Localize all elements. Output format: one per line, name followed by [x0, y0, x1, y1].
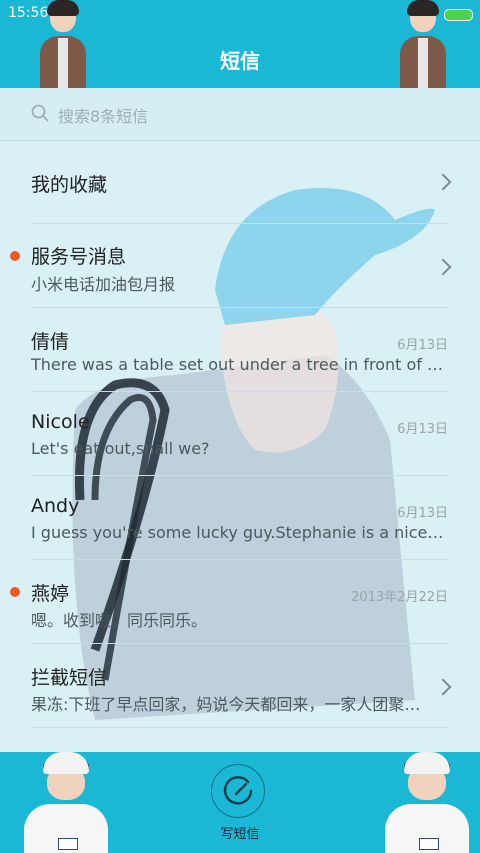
battery-icon	[444, 9, 473, 21]
page-title: 短信	[220, 49, 260, 73]
contact-name: Nicole	[31, 411, 90, 433]
compose-icon	[223, 776, 253, 805]
blocked-messages-row[interactable]: 拦截短信 果冻:下班了早点回家，妈说今天都回来，一家人团聚过…	[0, 644, 480, 728]
unread-dot-icon	[10, 587, 20, 597]
message-date: 6月13日	[397, 506, 448, 521]
divider	[31, 727, 449, 728]
conversation-row[interactable]: Nicole 6月13日 Let's eat out,shall we?	[0, 392, 480, 476]
row-title: 我的收藏	[31, 174, 108, 196]
contact-name: 倩倩	[31, 331, 70, 353]
message-preview: 果冻:下班了早点回家，妈说今天都回来，一家人团聚过…	[31, 695, 421, 714]
message-preview: Let's eat out,shall we?	[31, 439, 210, 458]
row-preview: 小米电话加油包月报	[31, 275, 176, 294]
conversation-row[interactable]: 燕婷 2013年2月22日 嗯。收到啦。同乐同乐。	[0, 560, 480, 644]
search-input[interactable]: 搜索8条短信	[58, 103, 148, 127]
contact-name: 燕婷	[31, 583, 70, 605]
compose-button[interactable]	[211, 764, 265, 818]
contact-name: Andy	[31, 495, 80, 517]
row-title: 服务号消息	[31, 246, 127, 268]
search-icon	[31, 104, 49, 122]
header-bar: 15:56 短信	[0, 0, 480, 88]
chevron-right-icon	[434, 173, 452, 191]
theme-decoration-left	[40, 0, 86, 88]
message-preview: 嗯。收到啦。同乐同乐。	[31, 611, 208, 630]
conversation-row[interactable]: Andy 6月13日 I guess you're some lucky guy…	[0, 476, 480, 560]
service-messages-row[interactable]: 服务号消息 小米电话加油包月报	[0, 224, 480, 308]
message-date: 6月13日	[397, 338, 448, 353]
conversation-row[interactable]: 倩倩 6月13日 There was a table set out under…	[0, 308, 480, 392]
favorites-row[interactable]: 我的收藏	[0, 140, 480, 224]
message-date: 2013年2月22日	[351, 590, 448, 605]
chevron-right-icon	[434, 678, 452, 696]
message-date: 6月13日	[397, 422, 448, 437]
row-title: 拦截短信	[31, 667, 108, 689]
theme-decoration-right	[400, 0, 446, 88]
bottom-bar: 写短信	[0, 752, 480, 853]
message-preview: I guess you're some lucky guy.Stephanie …	[31, 523, 448, 542]
message-preview: There was a table set out under a tree i…	[31, 355, 448, 374]
unread-dot-icon	[10, 251, 20, 261]
compose-label: 写短信	[220, 827, 260, 842]
search-bar[interactable]: 搜索8条短信	[0, 88, 480, 141]
